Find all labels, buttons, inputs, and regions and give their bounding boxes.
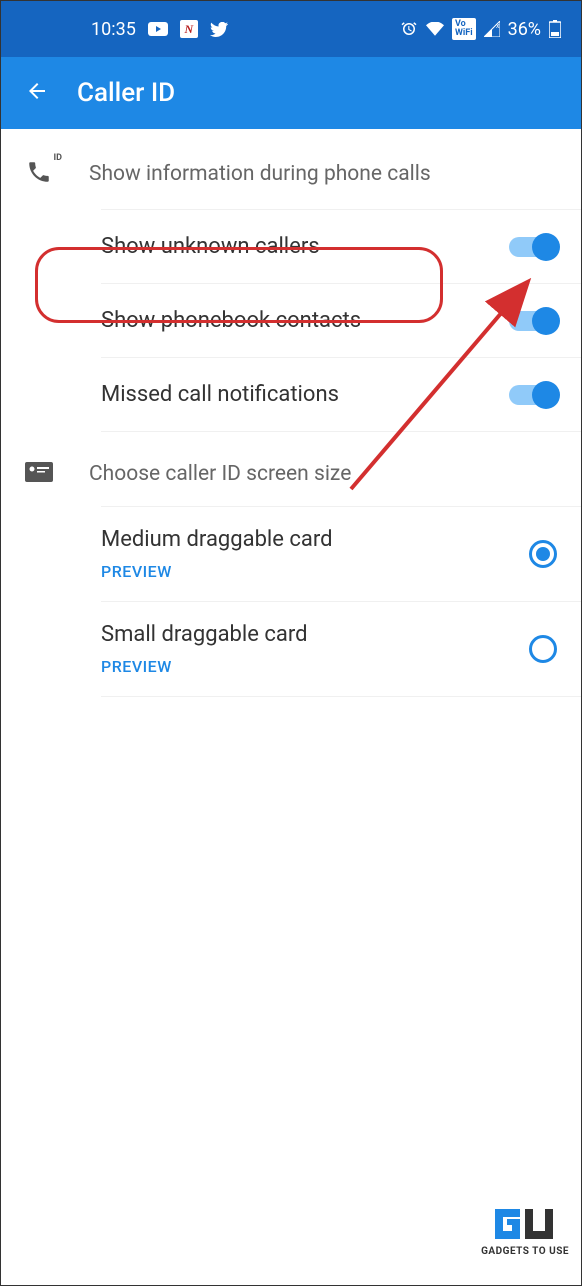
- caller-info-title: Show information during phone calls: [89, 162, 431, 186]
- back-arrow-icon[interactable]: [25, 77, 49, 110]
- missed-call-notif-row[interactable]: Missed call notifications: [101, 358, 581, 432]
- medium-card-preview[interactable]: PREVIEW: [101, 562, 529, 581]
- status-right: VoWiFi x 36%: [400, 18, 561, 40]
- missed-call-notif-toggle[interactable]: [509, 385, 557, 405]
- medium-card-radio[interactable]: [529, 540, 557, 568]
- twitter-icon: [210, 22, 228, 37]
- watermark: GADGETS TO USE: [481, 1204, 569, 1257]
- vowifi-icon: VoWiFi: [452, 18, 476, 40]
- medium-card-label: Medium draggable card: [101, 527, 529, 552]
- battery-icon: [549, 20, 561, 38]
- show-unknown-callers-label: Show unknown callers: [101, 234, 509, 259]
- watermark-text: GADGETS TO USE: [481, 1246, 569, 1257]
- battery-percent: 36%: [508, 19, 541, 40]
- caller-info-section-header: ID Show information during phone calls: [1, 129, 581, 209]
- small-card-row[interactable]: Small draggable card PREVIEW: [101, 602, 581, 697]
- status-bar: 10:35 N VoWiFi x 36%: [1, 1, 581, 57]
- svg-text:x: x: [496, 22, 500, 30]
- show-phonebook-contacts-row[interactable]: Show phonebook contacts: [101, 284, 581, 358]
- phone-id-icon: ID: [26, 159, 52, 189]
- screen-size-section-header: Choose caller ID screen size: [1, 432, 581, 506]
- signal-icon: x: [484, 21, 500, 37]
- screen-size-title: Choose caller ID screen size: [89, 462, 351, 486]
- alarm-icon: [400, 20, 418, 38]
- status-left: 10:35 N: [91, 19, 228, 40]
- medium-card-row[interactable]: Medium draggable card PREVIEW: [101, 506, 581, 602]
- small-card-radio[interactable]: [529, 635, 557, 663]
- show-unknown-callers-row[interactable]: Show unknown callers: [101, 209, 581, 284]
- settings-content: ID Show information during phone calls S…: [1, 129, 581, 697]
- sn-app-icon: N: [180, 20, 198, 38]
- show-phonebook-contacts-label: Show phonebook contacts: [101, 308, 509, 333]
- app-title: Caller ID: [77, 78, 175, 108]
- show-unknown-callers-toggle[interactable]: [509, 237, 557, 257]
- wifi-icon: [426, 22, 444, 36]
- card-icon: [25, 462, 53, 486]
- small-card-preview[interactable]: PREVIEW: [101, 657, 529, 676]
- small-card-label: Small draggable card: [101, 622, 529, 647]
- app-bar: Caller ID: [1, 57, 581, 129]
- watermark-logo-icon: [490, 1204, 560, 1244]
- status-time: 10:35: [91, 19, 136, 40]
- missed-call-notif-label: Missed call notifications: [101, 382, 509, 407]
- youtube-icon: [148, 22, 168, 36]
- show-phonebook-contacts-toggle[interactable]: [509, 311, 557, 331]
